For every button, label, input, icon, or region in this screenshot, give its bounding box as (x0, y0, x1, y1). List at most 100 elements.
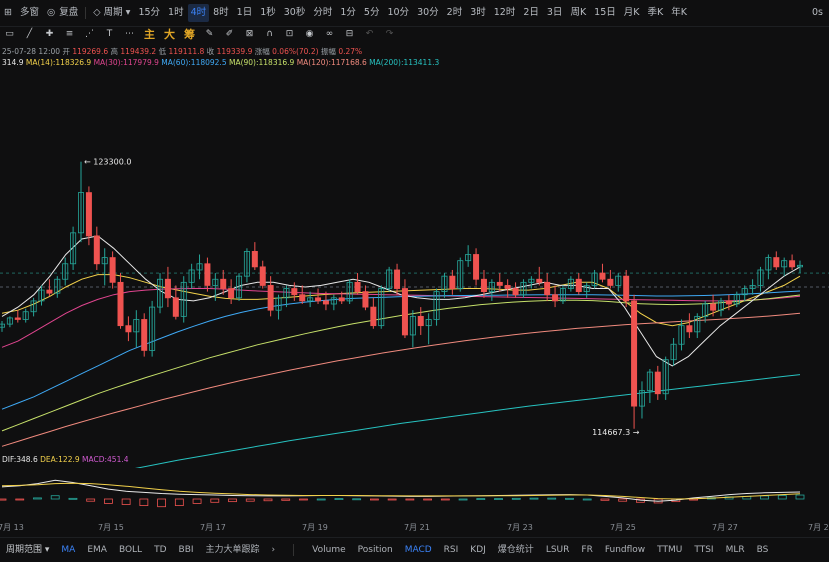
candle-body (654, 371, 661, 395)
macd-bar (299, 498, 308, 501)
indicator-tab-tabs_right-1[interactable]: Position (352, 538, 399, 562)
x-axis-label: 7月 23 (507, 523, 533, 532)
indicator-tab-tabs_right-3[interactable]: RSI (438, 538, 465, 562)
node-icon[interactable]: ⋯ (124, 29, 135, 40)
macd-bar (33, 497, 42, 500)
interval-16[interactable]: 3日 (543, 0, 567, 26)
chip-main[interactable]: 主 (144, 26, 155, 42)
candle-body (536, 278, 543, 283)
divider (293, 544, 295, 556)
candle-body (291, 288, 298, 296)
indicator-tab-tabs_right-7[interactable]: FR (575, 538, 598, 562)
macd-chart[interactable] (0, 465, 829, 521)
interval-8[interactable]: 1分 (336, 0, 360, 26)
line-tool-icon[interactable]: ╱ (24, 29, 35, 40)
indicator-tab-tabs_right-9[interactable]: TTMU (651, 538, 688, 562)
interval-10[interactable]: 10分 (383, 0, 413, 26)
macd-bar (795, 494, 805, 500)
indicator-tab-tabs_right-8[interactable]: Fundflow (599, 538, 651, 562)
interval-17[interactable]: 周K (566, 0, 590, 26)
macd-bar (423, 498, 433, 501)
indicator-tab-tabs_left-0[interactable]: MA (55, 538, 81, 562)
macd-bar (15, 498, 25, 501)
interval-6[interactable]: 30秒 (280, 0, 310, 26)
x-axis-label: 7月 13 (0, 523, 24, 532)
price-chart[interactable]: ← 123300.0 114667.3 → (0, 68, 829, 468)
interval-5[interactable]: 1秒 (256, 0, 280, 26)
link-icon[interactable]: ∞ (324, 29, 335, 40)
replay-icon[interactable]: ◎ (43, 0, 59, 26)
macd-bar (582, 498, 592, 501)
macd-bar (600, 498, 610, 501)
ruler-icon[interactable]: ⊠ (244, 29, 255, 40)
range-selector[interactable]: 周期范围 ▾ (0, 538, 55, 562)
interval-12[interactable]: 2时 (443, 0, 467, 26)
chip-distribution[interactable]: 筹 (184, 26, 195, 42)
candle-body (251, 250, 258, 268)
macd-bar (50, 495, 60, 500)
trash-icon[interactable]: ⊟ (344, 29, 355, 40)
indicator-tab-tabs_left-1[interactable]: EMA (81, 538, 113, 562)
visibility-icon[interactable]: ◉ (304, 29, 315, 40)
redo-icon[interactable]: ↷ (384, 29, 395, 40)
interval-13[interactable]: 3时 (466, 0, 490, 26)
interval-21[interactable]: 年K (667, 0, 691, 26)
macd-bar (458, 498, 468, 501)
multi-view-button[interactable]: 多窗 (16, 0, 43, 26)
interval-11[interactable]: 30分 (413, 0, 443, 26)
replay-button[interactable]: 复盘 (59, 0, 82, 26)
interval-18[interactable]: 15日 (590, 0, 620, 26)
chevron-right-icon[interactable]: › (266, 538, 282, 562)
text-icon[interactable]: T (104, 29, 115, 40)
undo-icon[interactable]: ↶ (364, 29, 375, 40)
open-label: 开 (62, 47, 70, 56)
horizontal-lines-icon[interactable]: ≡ (64, 29, 75, 40)
interval-2[interactable]: 4时 (187, 4, 210, 22)
chip-large[interactable]: 大 (164, 26, 175, 42)
drawing-toolbar: ▭ ╱ ✚ ≡ ⋰ T ⋯ 主 大 筹 ✎ ✐ ⊠ ∩ ⊡ ◉ ∞ ⊟ ↶ ↷ (0, 26, 424, 42)
macd-dif-line (1, 479, 801, 502)
macd-bar (245, 498, 255, 502)
indicator-tab-tabs_right-10[interactable]: TTSI (688, 538, 719, 562)
magnet-icon[interactable]: ∩ (264, 29, 275, 40)
interval-20[interactable]: 季K (644, 0, 668, 26)
interval-4[interactable]: 1日 (233, 0, 257, 26)
indicator-tab-tabs_left-5[interactable]: 主力大单跟踪 (200, 538, 266, 562)
cross-icon[interactable]: ✚ (44, 29, 55, 40)
interval-7[interactable]: 分时 (309, 0, 336, 26)
macd-bar (139, 498, 149, 506)
macd-bar (104, 498, 113, 504)
indicator-tab-tabs_right-0[interactable]: Volume (306, 538, 351, 562)
lock-icon[interactable]: ⊡ (284, 29, 295, 40)
interval-14[interactable]: 12时 (490, 0, 520, 26)
indicator-tab-tabs_right-5[interactable]: 爆仓统计 (492, 538, 540, 562)
indicator-tab-tabs_right-6[interactable]: LSUR (540, 538, 576, 562)
rectangle-icon[interactable]: ▭ (4, 29, 15, 40)
ma-line-4 (1, 312, 801, 447)
indicator-tab-tabs_right-2[interactable]: MACD (399, 538, 438, 562)
pen-icon[interactable]: ✐ (224, 29, 235, 40)
candle-body (473, 254, 480, 280)
candle-body (789, 260, 796, 268)
interval-9[interactable]: 5分 (360, 0, 384, 26)
channel-icon[interactable]: ⋰ (84, 29, 95, 40)
period-menu[interactable]: ◇ 周期 ▾ (89, 0, 134, 26)
indicator-tab-tabs_left-3[interactable]: TD (148, 538, 172, 562)
x-axis-label: 7月 2 (808, 523, 829, 532)
interval-3[interactable]: 8时 (209, 0, 233, 26)
indicator-tab-tabs_right-11[interactable]: MLR (720, 538, 751, 562)
grid-icon[interactable]: ⊞ (0, 0, 16, 26)
indicator-tab-tabs_left-4[interactable]: BBI (173, 538, 200, 562)
brush-icon[interactable]: ✎ (204, 29, 215, 40)
indicator-tab-tabs_right-4[interactable]: KDJ (464, 538, 492, 562)
interval-1[interactable]: 1时 (164, 0, 188, 26)
indicator-tab-tabs_right-12[interactable]: BS (751, 538, 775, 562)
candle-body (710, 303, 717, 311)
candle-body (125, 325, 132, 333)
macd-bar (157, 498, 167, 508)
interval-0[interactable]: 15分 (134, 0, 164, 26)
interval-15[interactable]: 2日 (519, 0, 543, 26)
interval-19[interactable]: 月K (620, 0, 644, 26)
candle-body (417, 315, 424, 327)
indicator-tab-tabs_left-2[interactable]: BOLL (113, 538, 148, 562)
